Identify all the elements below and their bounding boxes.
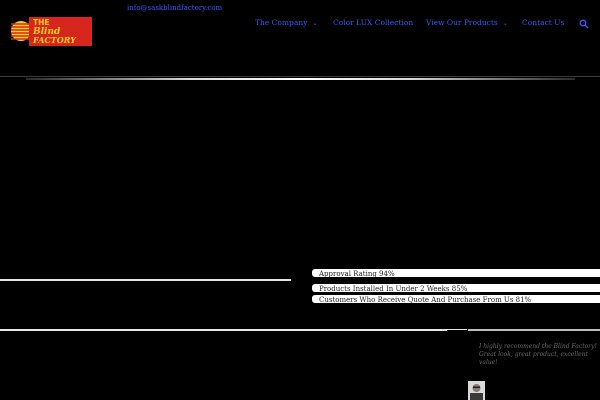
nav-item-color-lux-collection[interactable]: Color LUX Collection — [333, 17, 413, 29]
nav-item-label: The Company — [255, 18, 308, 27]
section-divider — [0, 279, 291, 281]
nav-item-the-company[interactable]: The Company ⌄ — [255, 17, 317, 30]
hero-slider-bar — [26, 78, 575, 80]
section-divider — [468, 329, 600, 331]
nav-item-label: Contact Us — [522, 18, 565, 27]
nav-item-view-our-products[interactable]: View Our Products ⌄ — [426, 17, 508, 30]
stat-label: Customers Who Receive Quote And Purchase… — [319, 296, 532, 303]
chevron-down-icon: ⌄ — [502, 20, 508, 27]
nav-item-label: Color LUX Collection — [333, 18, 414, 27]
header-divider — [0, 76, 600, 77]
stat-bar-quote-purchase: Customers Who Receive Quote And Purchase… — [312, 295, 600, 303]
chevron-down-icon: ⌄ — [312, 20, 318, 27]
stat-label: Products Installed In Under 2 Weeks 85% — [319, 285, 468, 292]
divider-notch — [447, 330, 468, 336]
stat-bar-installed: Products Installed In Under 2 Weeks 85% — [312, 284, 600, 292]
logo-text-line3: FACTORY — [32, 35, 77, 45]
main-nav: The Company ⌄ Color LUX Collection View O… — [0, 17, 600, 31]
search-icon[interactable] — [579, 19, 589, 29]
avatar — [468, 381, 485, 400]
section-divider — [0, 329, 467, 331]
nav-item-contact-us[interactable]: Contact Us — [522, 17, 564, 29]
stat-bar-approval: Approval Rating 94% — [312, 269, 600, 277]
email-link[interactable]: info@saskblindfactory.com — [127, 4, 222, 12]
nav-item-label: View Our Products — [426, 18, 498, 27]
testimonial-quote: I highly recommend the Blind Factory! Gr… — [479, 343, 597, 366]
stat-label: Approval Rating 94% — [319, 270, 395, 277]
